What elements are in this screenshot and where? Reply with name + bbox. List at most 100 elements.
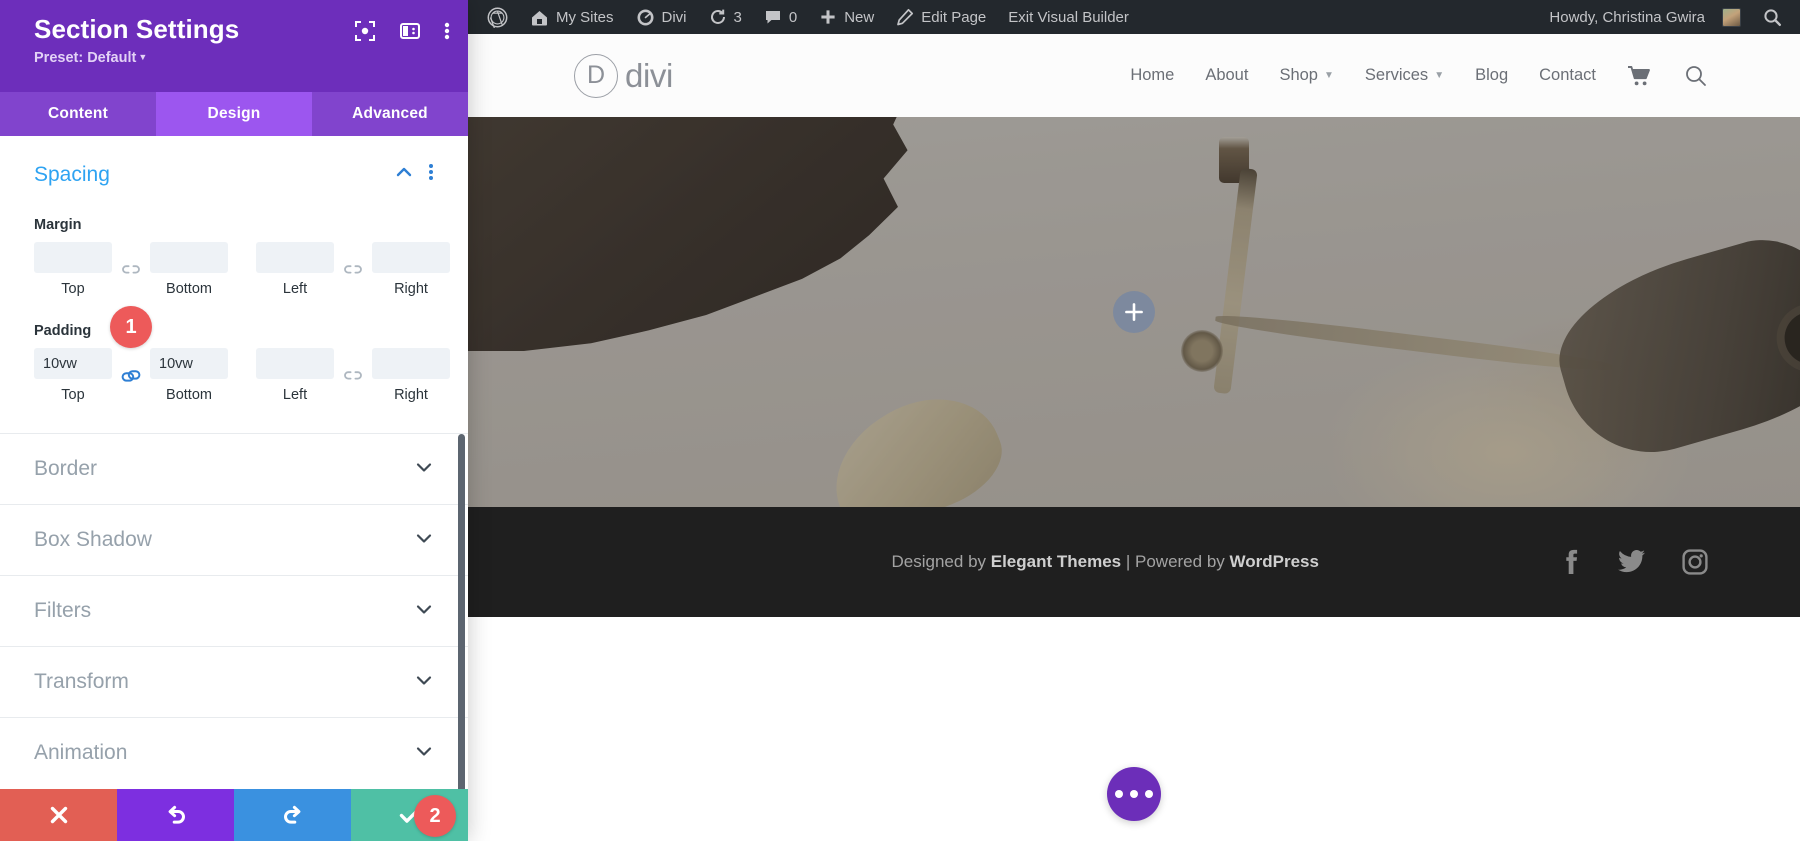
adminbar-exit-vb-label: Exit Visual Builder: [1008, 8, 1129, 26]
margin-link-top-bottom-icon[interactable]: [112, 254, 150, 285]
builder-menu-fab[interactable]: [1107, 767, 1161, 821]
padding-link-left-right-icon[interactable]: [334, 360, 372, 391]
design-accordion: Border Box Shadow Filters Transform Anim…: [0, 433, 468, 788]
site-logo[interactable]: D divi: [574, 53, 673, 98]
chevron-down-icon: [414, 457, 434, 482]
accordion-filters[interactable]: Filters: [0, 575, 468, 646]
chevron-down-icon: ▼: [1434, 70, 1445, 81]
margin-top-caption: Top: [61, 281, 85, 297]
footer-credit-brand[interactable]: Elegant Themes: [991, 552, 1121, 571]
padding-right-input[interactable]: [372, 348, 450, 379]
margin-bottom-input[interactable]: [150, 242, 228, 273]
section-settings-panel: Section Settings Preset: Default ▼ Conte…: [0, 0, 468, 841]
panel-layout-icon[interactable]: [399, 20, 421, 42]
padding-top-bottom-pair: 10vw Top 10vw Bottom: [34, 348, 228, 403]
nav-item-services-label: Services: [1364, 66, 1429, 84]
facebook-icon[interactable]: [1558, 548, 1582, 576]
padding-bottom-field: 10vw Bottom: [150, 348, 228, 403]
adminbar-edit-page[interactable]: Edit Page: [885, 0, 997, 34]
adminbar-account[interactable]: Howdy, Christina Gwira: [1538, 0, 1752, 34]
footer-credit-prefix: Designed by: [891, 552, 991, 571]
preset-label: Preset: Default: [34, 50, 137, 67]
focus-icon[interactable]: [354, 20, 376, 42]
adminbar-howdy-label: Howdy, Christina Gwira: [1549, 8, 1705, 26]
redo-button[interactable]: [234, 789, 351, 841]
panel-footer: [0, 789, 468, 841]
accordion-box-shadow-label: Box Shadow: [34, 528, 152, 551]
wordpress-logo-icon: [487, 7, 508, 28]
preset-selector[interactable]: Preset: Default ▼: [34, 50, 448, 66]
tab-advanced[interactable]: Advanced: [312, 92, 468, 136]
adminbar-comments[interactable]: 0: [753, 0, 808, 34]
margin-bottom-field: Bottom: [150, 242, 228, 297]
updates-icon: [710, 9, 725, 24]
padding-bottom-input[interactable]: 10vw: [150, 348, 228, 379]
add-module-button[interactable]: [1113, 291, 1155, 333]
padding-top-caption: Top: [61, 387, 85, 403]
nav-item-contact[interactable]: Contact: [1539, 66, 1596, 85]
cart-icon[interactable]: [1627, 65, 1653, 87]
footer-credit: Designed by Elegant Themes | Powered by …: [892, 552, 1319, 572]
nav-item-blog[interactable]: Blog: [1475, 66, 1508, 85]
adminbar-my-sites[interactable]: My Sites: [519, 0, 625, 34]
cancel-button[interactable]: [0, 789, 117, 841]
padding-link-top-bottom-icon[interactable]: [112, 360, 150, 391]
adminbar-updates-count: 3: [733, 8, 742, 26]
adminbar-exit-visual-builder[interactable]: Exit Visual Builder: [997, 0, 1140, 34]
avatar: [1722, 7, 1741, 27]
nav-item-home[interactable]: Home: [1130, 66, 1174, 85]
adminbar-search[interactable]: [1752, 0, 1800, 34]
twitter-icon[interactable]: [1617, 549, 1646, 575]
margin-top-input[interactable]: [34, 242, 112, 273]
instagram-icon[interactable]: [1682, 549, 1708, 575]
padding-left-right-pair: Left Right: [256, 348, 450, 403]
chevron-down-icon: ▼: [138, 52, 148, 63]
margin-left-caption: Left: [282, 281, 308, 297]
accordion-box-shadow[interactable]: Box Shadow: [0, 504, 468, 575]
nav-item-contact-label: Contact: [1539, 66, 1596, 84]
margin-left-input[interactable]: [256, 242, 334, 273]
spacing-group-header[interactable]: Spacing: [34, 162, 434, 191]
accordion-border[interactable]: Border: [0, 433, 468, 504]
adminbar-updates[interactable]: 3: [698, 0, 753, 34]
site-footer: Designed by Elegant Themes | Powered by …: [468, 507, 1800, 617]
adminbar-edit-page-label: Edit Page: [921, 8, 987, 26]
tab-design[interactable]: Design: [156, 92, 312, 136]
primary-nav: Home About Shop ▼ Services ▼ Blog Contac: [1130, 64, 1708, 88]
spacing-group-actions: [394, 162, 434, 187]
tab-content[interactable]: Content: [0, 92, 156, 136]
accordion-animation[interactable]: Animation: [0, 717, 468, 788]
nav-item-blog-label: Blog: [1475, 66, 1509, 84]
chevron-down-icon: [414, 670, 434, 695]
padding-right-field: Right: [372, 348, 450, 403]
adminbar-right: Howdy, Christina Gwira: [1538, 0, 1800, 34]
panel-scrollbar[interactable]: [458, 434, 465, 789]
adminbar-divi-label: Divi: [661, 8, 687, 26]
margin-link-left-right-icon[interactable]: [334, 254, 372, 285]
chevron-up-icon[interactable]: [394, 162, 414, 187]
adminbar-new[interactable]: New: [808, 0, 885, 34]
dot: [1130, 790, 1138, 798]
adminbar-wordpress-logo[interactable]: [476, 0, 519, 34]
dot: [1115, 790, 1123, 798]
footer-credit-platform[interactable]: WordPress: [1230, 552, 1319, 571]
more-vertical-icon[interactable]: [444, 20, 450, 42]
spacing-more-icon[interactable]: [428, 162, 434, 187]
undo-button[interactable]: [117, 789, 234, 841]
step-badge-2: 2: [414, 795, 456, 837]
margin-label: Margin: [34, 217, 82, 233]
search-icon[interactable]: [1684, 64, 1708, 88]
margin-right-input[interactable]: [372, 242, 450, 273]
nav-item-shop[interactable]: Shop ▼: [1279, 66, 1333, 85]
adminbar-divi[interactable]: Divi: [625, 0, 698, 34]
nav-item-about-label: About: [1205, 66, 1249, 84]
padding-left-input[interactable]: [256, 348, 334, 379]
step-badge-1: 1: [110, 306, 152, 348]
margin-right-caption: Right: [394, 281, 428, 297]
padding-top-input[interactable]: 10vw: [34, 348, 112, 379]
nav-item-about[interactable]: About: [1205, 66, 1248, 85]
accordion-transform[interactable]: Transform: [0, 646, 468, 717]
nav-item-services[interactable]: Services ▼: [1365, 66, 1444, 85]
pencil-icon: [897, 8, 914, 26]
sites-icon: [532, 10, 547, 25]
